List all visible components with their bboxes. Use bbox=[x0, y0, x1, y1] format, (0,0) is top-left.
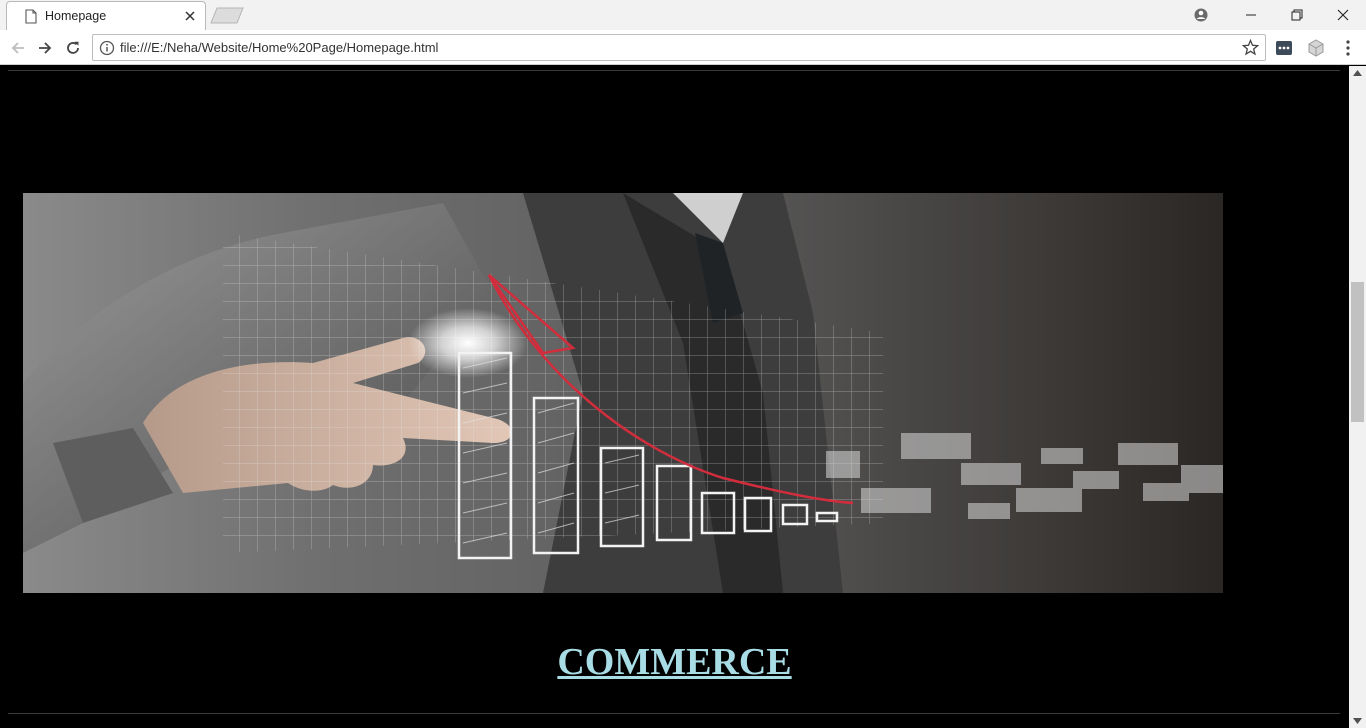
vertical-scrollbar[interactable] bbox=[1349, 66, 1366, 728]
forward-arrow-icon[interactable] bbox=[33, 36, 57, 60]
scroll-up-icon[interactable] bbox=[1353, 70, 1362, 76]
divider bbox=[8, 70, 1340, 71]
restore-icon[interactable] bbox=[1274, 0, 1320, 30]
commerce-link[interactable]: COMMERCE bbox=[557, 641, 791, 683]
browser-toolbar: file:///E:/Neha/Website/Home%20Page/Home… bbox=[0, 30, 1366, 65]
kebab-menu-icon[interactable] bbox=[1338, 38, 1358, 58]
info-icon[interactable] bbox=[99, 40, 115, 56]
reload-icon[interactable] bbox=[61, 36, 85, 60]
tab-strip: Homepage bbox=[0, 0, 1366, 30]
new-tab-icon[interactable] bbox=[210, 7, 244, 24]
minimize-icon[interactable] bbox=[1228, 0, 1274, 30]
window-close-icon[interactable] bbox=[1320, 0, 1366, 30]
address-bar[interactable]: file:///E:/Neha/Website/Home%20Page/Home… bbox=[92, 34, 1266, 61]
extension-cube-icon[interactable] bbox=[1306, 38, 1326, 58]
hero-image bbox=[23, 193, 1223, 593]
close-icon[interactable] bbox=[183, 9, 197, 23]
section-heading: COMMERCE bbox=[0, 640, 1349, 684]
tab-title: Homepage bbox=[45, 9, 107, 23]
scroll-thumb[interactable] bbox=[1351, 282, 1364, 422]
back-arrow-icon[interactable] bbox=[6, 36, 30, 60]
divider bbox=[8, 713, 1340, 714]
star-icon[interactable] bbox=[1242, 39, 1259, 56]
scroll-down-icon[interactable] bbox=[1353, 718, 1362, 724]
url-text[interactable]: file:///E:/Neha/Website/Home%20Page/Home… bbox=[120, 40, 438, 55]
profile-icon[interactable] bbox=[1190, 5, 1212, 25]
browser-tab[interactable]: Homepage bbox=[6, 1, 206, 30]
page-viewport: COMMERCE bbox=[0, 66, 1349, 728]
extension-icon[interactable] bbox=[1274, 38, 1294, 58]
page-icon bbox=[25, 9, 37, 24]
